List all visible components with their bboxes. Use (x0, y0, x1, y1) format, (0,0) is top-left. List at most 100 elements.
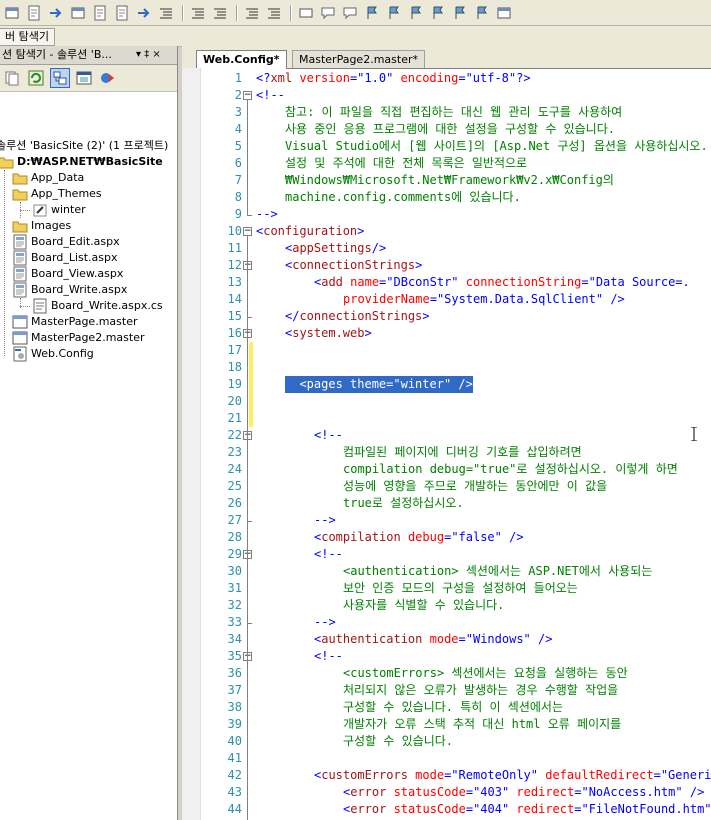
tree-item[interactable]: Images (12, 218, 71, 234)
panel-window-controls[interactable]: ▾ ‡ × (136, 46, 161, 64)
code-token: Visual Studio에서 [웹 사이트]의 [Asp.Net 구성] 옵션… (285, 139, 708, 153)
tree-item[interactable]: MasterPage.master (12, 314, 137, 330)
tree-item[interactable]: Board_Edit.aspx (12, 234, 120, 250)
tab-masterpage2[interactable]: MasterPage2.master* (292, 50, 425, 68)
line-number: 4 (234, 122, 242, 136)
indent-icon[interactable] (210, 3, 230, 23)
fold-toggle-icon[interactable]: − (243, 91, 252, 100)
nest-files-icon[interactable] (50, 68, 70, 88)
code-token: 구성할 수 있습니다. 특히 이 섹션에서는 (343, 700, 563, 714)
numbered-list-icon[interactable] (264, 3, 284, 23)
code-token: error (350, 802, 387, 816)
code-line: <!-- (256, 87, 285, 104)
code-token: 참고: 이 파일을 직접 편집하는 대신 웹 관리 도구를 사용하여 (285, 105, 623, 119)
tree-node-label: Web.Config (31, 347, 94, 360)
code-token: 성능에 영향을 주므로 개발하는 동안에만 이 값을 (343, 479, 608, 493)
code-token: 설정 및 주석에 대한 전체 목록은 일반적으로 (285, 156, 528, 170)
next-bookmark-icon[interactable] (384, 3, 404, 23)
line-number: 6 (234, 156, 242, 170)
line-number: 8 (234, 190, 242, 204)
line-number: 33 (227, 615, 242, 629)
code-line: --> (314, 614, 336, 631)
tree-project-node[interactable]: D:₩ASP.NET₩BasicSite (0, 154, 163, 170)
toolbox-icon[interactable] (2, 3, 22, 23)
tree-item[interactable]: winter (32, 202, 86, 218)
aspx-file-icon (12, 250, 28, 266)
font-size-icon[interactable] (156, 3, 176, 23)
copy-format-icon[interactable] (112, 3, 132, 23)
tree-item[interactable]: Board_Write.aspx.cs (32, 298, 163, 314)
code-token: "1.0" (357, 71, 394, 85)
tree-item[interactable]: App_Themes (12, 186, 102, 202)
code-token: = (465, 785, 474, 799)
line-number: 20 (227, 394, 242, 408)
solution-explorer-panel: 션 탐색기 - 솔루션 'B... ▾ ‡ × 솔루션 'BasicSite (… (0, 46, 178, 820)
code-token: encoding (393, 71, 459, 85)
code-token: /> (371, 241, 387, 255)
fold-guide-line (247, 100, 248, 215)
code-line: 컴파일된 페이지에 디버깅 기호를 삽입하려면 (343, 444, 582, 461)
solution-explorer-tab[interactable]: 버 탐색기 (0, 28, 55, 46)
go-icon[interactable] (46, 3, 66, 23)
line-number: 43 (227, 785, 242, 799)
tree-item[interactable]: Web.Config (12, 346, 94, 362)
list-icon[interactable] (242, 3, 262, 23)
more-icon[interactable] (472, 3, 492, 23)
line-number: 22 (227, 428, 242, 442)
code-token: true로 설정하십시오. (343, 496, 464, 510)
code-token: connectionStrings (299, 309, 423, 323)
code-line: compilation debug="true"로 설정하십시오. 이렇게 하면 (343, 461, 678, 478)
tree-item[interactable]: App_Data (12, 170, 84, 186)
toolbox-icon[interactable] (494, 3, 514, 23)
uncomment-icon[interactable] (318, 3, 338, 23)
code-line: <!-- (314, 546, 343, 563)
code-line: 처리되지 않은 오류가 발생하는 경우 수행할 작업을 (343, 682, 618, 699)
clear-bookmark-icon[interactable] (450, 3, 470, 23)
window-icon[interactable] (68, 3, 88, 23)
refresh-icon[interactable] (26, 68, 46, 88)
code-token: "403" (473, 785, 510, 799)
prev-bookmark-icon[interactable] (362, 3, 382, 23)
bookmark-icon[interactable] (340, 3, 360, 23)
line-number: 28 (227, 530, 242, 544)
code-line: 개발자가 오류 스택 추적 대신 html 오류 페이지를 (343, 716, 621, 733)
tree-item[interactable]: Board_Write.aspx (12, 282, 127, 298)
tree-item[interactable]: MasterPage2.master (12, 330, 144, 346)
line-number: 34 (227, 632, 242, 646)
outdent-icon[interactable] (188, 3, 208, 23)
code-token: "utf-8" (465, 71, 517, 85)
tree-item[interactable]: Board_View.aspx (12, 266, 123, 282)
code-area[interactable]: 1 <?xml version="1.0" encoding="utf-8"?> 2… (182, 68, 711, 820)
fold-toggle-icon[interactable]: − (243, 227, 252, 236)
comment-icon[interactable] (296, 3, 316, 23)
code-line: </connectionStrings> (285, 308, 430, 325)
line-number: 23 (227, 445, 242, 459)
tab-web-config[interactable]: Web.Config* (196, 50, 287, 69)
line-number: 15 (227, 309, 242, 323)
code-line: 성능에 영향을 주므로 개발하는 동안에만 이 값을 (343, 478, 607, 495)
code-token: 처리되지 않은 오류가 발생하는 경우 수행할 작업을 (343, 683, 619, 697)
code-token: <!-- (314, 428, 343, 442)
code-token: = (429, 292, 437, 306)
code-line: <?xml version="1.0" encoding="utf-8"?> (256, 70, 531, 87)
code-line: 사용 중인 응용 프로그램에 대한 설정을 구성할 수 있습니다. (285, 121, 615, 138)
code-token: providerName (343, 292, 430, 306)
properties-icon[interactable] (24, 3, 44, 23)
copy-website-icon[interactable] (98, 68, 118, 88)
code-token: <!-- (314, 547, 343, 561)
show-all-files-icon[interactable] (2, 68, 22, 88)
line-number: 42 (227, 768, 242, 782)
format-icon[interactable] (90, 3, 110, 23)
code-token: mode (407, 768, 445, 782)
code-token: customErrors (321, 768, 408, 782)
fold-guide-line (247, 270, 248, 317)
next-bookmark-doc-icon[interactable] (428, 3, 448, 23)
tree-item[interactable]: Board_List.aspx (12, 250, 118, 266)
align-icon[interactable] (134, 3, 154, 23)
tree-solution-node[interactable]: 솔루션 'BasicSite (2)' (1 프로젝트) (0, 138, 168, 154)
view-designer-icon[interactable] (74, 68, 94, 88)
tree-node-label: winter (51, 203, 86, 216)
line-number: 38 (227, 700, 242, 714)
prev-bookmark-doc-icon[interactable] (406, 3, 426, 23)
code-line: <error statusCode="404" redirect="FileNo… (343, 801, 711, 818)
